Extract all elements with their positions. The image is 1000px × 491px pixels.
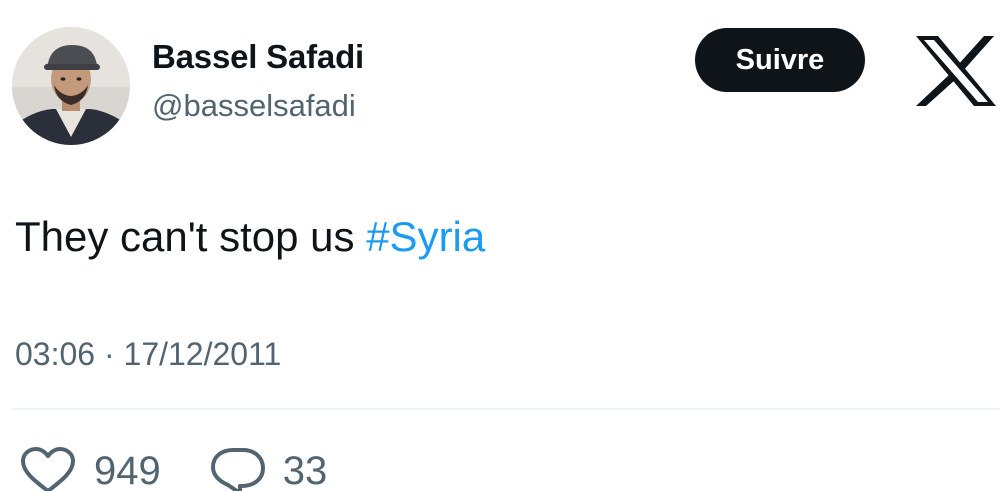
x-logo-icon[interactable] bbox=[914, 34, 998, 108]
action-bar: 949 33 bbox=[18, 446, 375, 491]
reply-button[interactable]: 33 bbox=[209, 446, 328, 491]
author-name[interactable]: Bassel Safadi bbox=[152, 38, 364, 76]
tweet-body: They can't stop us bbox=[15, 213, 367, 260]
like-button[interactable]: 949 bbox=[18, 446, 161, 491]
reply-count: 33 bbox=[282, 448, 328, 491]
author-handle[interactable]: @basselsafadi bbox=[152, 88, 356, 124]
follow-button[interactable]: Suivre bbox=[695, 28, 865, 92]
comment-bubble-icon bbox=[209, 446, 267, 491]
avatar[interactable] bbox=[12, 27, 130, 145]
hashtag-link[interactable]: #Syria bbox=[366, 213, 485, 260]
heart-icon bbox=[18, 446, 78, 491]
tweet-timestamp[interactable]: 03:06 · 17/12/2011 bbox=[15, 336, 281, 373]
tweet-text: They can't stop us #Syria bbox=[15, 213, 485, 261]
tweet-card: Bassel Safadi @basselsafadi Suivre They … bbox=[0, 0, 1000, 491]
divider bbox=[12, 408, 1000, 410]
like-count: 949 bbox=[94, 448, 161, 491]
